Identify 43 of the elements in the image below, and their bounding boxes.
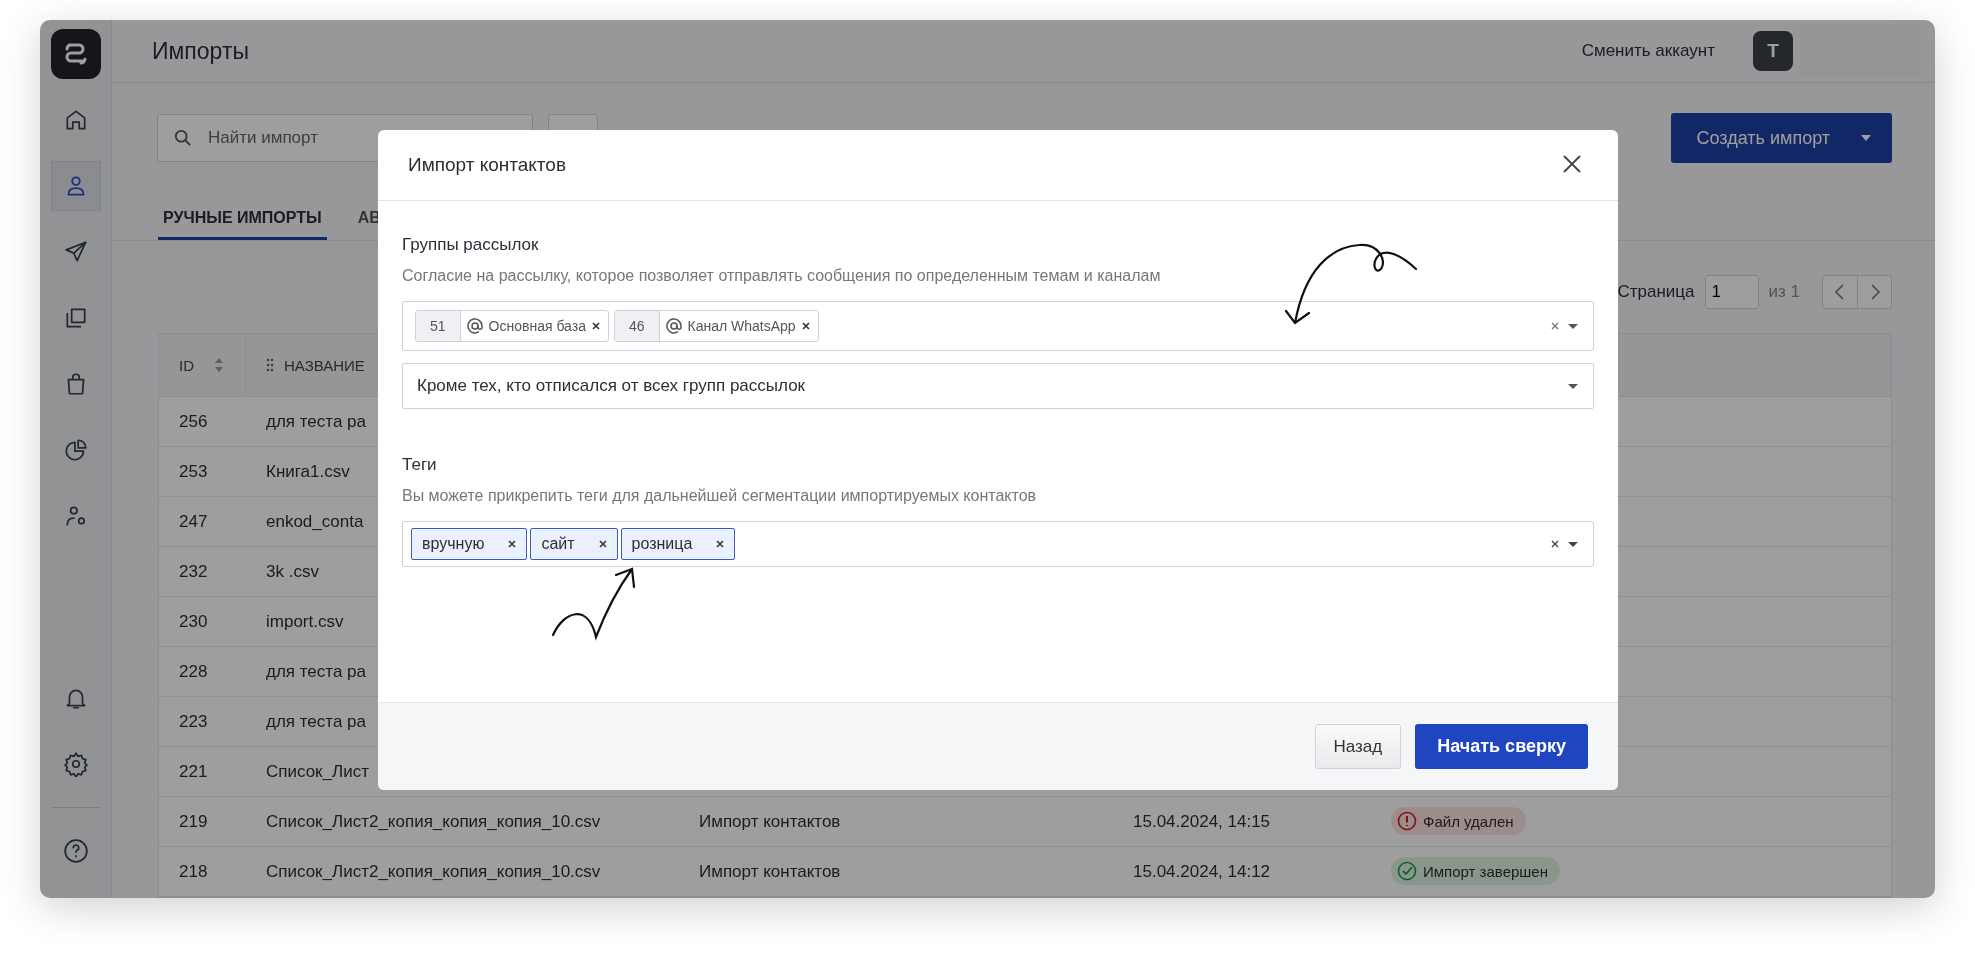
column-header: ID [179, 356, 194, 374]
group-count: 46 [614, 311, 660, 341]
table-cell: 221 [179, 761, 208, 781]
section-description: Согласие на рассылку, которое позволяет отправлять сообщения по определенным темам и каналам [402, 267, 1162, 285]
table-cell: для теста ра [266, 411, 366, 431]
table-cell: 230 [179, 611, 208, 631]
table-cell: 256 [179, 411, 208, 431]
status-badge: Файл удален [1391, 807, 1526, 835]
table-cell: Книга1.csv [266, 461, 350, 481]
table-cell: 15.04.2024, 14:12 [1133, 861, 1271, 881]
table-cell: 3k .csv [266, 561, 319, 581]
table-cell: 253 [179, 461, 208, 481]
page-count: из 1 [1768, 282, 1800, 302]
section-description: Вы можете прикрепить теги для дальнейшей сегментации импортируемых контактов [402, 487, 1038, 505]
table-cell: для теста ра [266, 661, 366, 681]
select-value: Кроме тех, кто отписался от всех групп рассылок [417, 376, 806, 396]
table-cell: Импорт контактов [699, 861, 841, 881]
table-cell: enkod_conta [266, 511, 364, 531]
section-title: Группы рассылок [402, 235, 540, 255]
table-cell: import.csv [266, 611, 344, 631]
table-cell: Список_Лист2_копия_копия_копия_10.csv [266, 861, 601, 881]
table-cell: Список_Лист2_копия_копия_копия_10.csv [266, 811, 601, 831]
table-cell: 15.04.2024, 14:15 [1133, 811, 1271, 831]
table-cell: 247 [179, 511, 208, 531]
page-title: Импорты [152, 37, 249, 65]
table-cell: 218 [179, 861, 208, 881]
section-title: Теги [402, 455, 438, 475]
table-cell: Импорт контактов [699, 811, 841, 831]
tag-label: сайт [541, 535, 575, 553]
table-cell: 228 [179, 661, 208, 681]
group-name: Основная база [488, 318, 586, 334]
table-cell: для теста ра [266, 711, 366, 731]
table-cell: 219 [179, 811, 208, 831]
tag-label: розница [631, 535, 693, 553]
page-label: Страница [1617, 282, 1695, 302]
table-cell: Список_Лист [266, 761, 369, 781]
table-cell: 223 [179, 711, 208, 731]
tag-label: вручную [422, 535, 485, 553]
column-header: НАЗВАНИЕ [284, 356, 365, 374]
status-badge: Импорт завершен [1391, 857, 1560, 885]
group-name: Канал WhatsApp [687, 318, 796, 334]
table-cell: 232 [179, 561, 208, 581]
group-count: 51 [416, 311, 461, 341]
